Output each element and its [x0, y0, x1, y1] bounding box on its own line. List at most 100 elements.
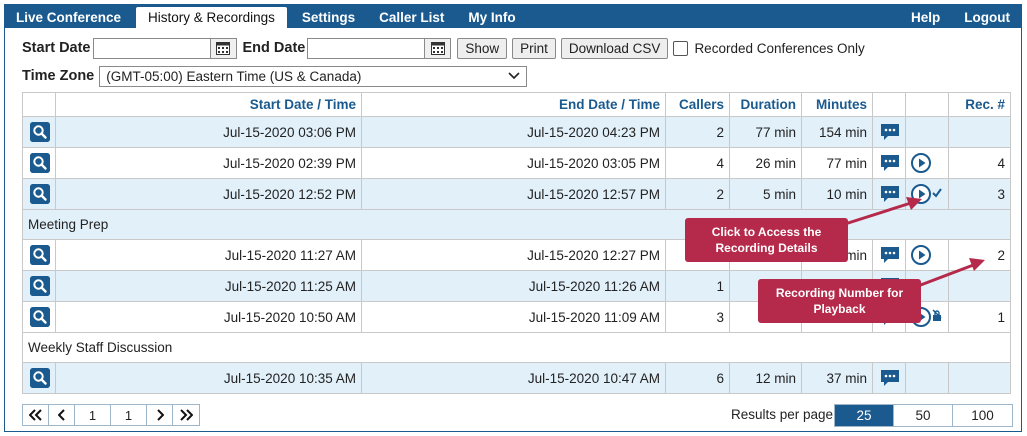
- end-date-cell: Jul-15-2020 12:57 PM: [361, 178, 666, 210]
- callout-recording-details: Click to Access the Recording Details: [685, 218, 848, 262]
- start-date-input[interactable]: [92, 37, 211, 59]
- header-rec-number[interactable]: Rec. #: [948, 92, 1011, 117]
- callers-cell: 6: [665, 362, 730, 394]
- first-page-button[interactable]: [23, 405, 49, 425]
- callers-cell: 2: [665, 116, 730, 148]
- chat-icon[interactable]: [880, 246, 900, 264]
- table-row: Jul-15-2020 10:35 AM Jul-15-2020 10:47 AM…: [22, 362, 1011, 394]
- rpp-option-25[interactable]: 25: [835, 405, 894, 426]
- start-date-cell: Jul-15-2020 03:06 PM: [55, 116, 362, 148]
- chat-icon[interactable]: [880, 369, 900, 387]
- end-date-cell: Jul-15-2020 03:05 PM: [361, 147, 666, 179]
- tab-settings[interactable]: Settings: [290, 6, 367, 28]
- search-details-icon[interactable]: [30, 276, 50, 296]
- start-date-cell: Jul-15-2020 12:52 PM: [55, 178, 362, 210]
- last-page-button[interactable]: [173, 405, 199, 425]
- results-per-page-selector: 25 50 100: [834, 404, 1013, 427]
- callers-cell: 1: [665, 270, 730, 302]
- header-minutes[interactable]: Minutes: [801, 92, 873, 117]
- show-button[interactable]: Show: [457, 37, 508, 59]
- print-button[interactable]: Print: [512, 37, 556, 59]
- duration-cell: 5 min: [729, 178, 802, 210]
- tab-live-conference[interactable]: Live Conference: [4, 6, 133, 28]
- search-details-icon[interactable]: [30, 184, 50, 204]
- rec-number-cell: [948, 362, 1011, 394]
- check-icon: [932, 186, 942, 201]
- rpp-option-50[interactable]: 50: [894, 405, 953, 426]
- download-csv-button[interactable]: Download CSV: [560, 37, 669, 59]
- search-details-icon[interactable]: [30, 245, 50, 265]
- rec-number-cell: 4: [948, 147, 1011, 179]
- recorded-only-checkbox[interactable]: [673, 40, 689, 56]
- double-chevron-left-icon: [28, 409, 42, 421]
- minutes-cell: 10 min: [801, 178, 873, 210]
- logout-link[interactable]: Logout: [952, 6, 1022, 28]
- next-page-button[interactable]: [147, 405, 173, 425]
- tab-caller-list[interactable]: Caller List: [367, 6, 456, 28]
- details-cell: [22, 178, 56, 210]
- play-recording-icon[interactable]: [910, 244, 932, 266]
- details-cell: [22, 239, 56, 271]
- table-row: Jul-15-2020 02:39 PM Jul-15-2020 03:05 PM…: [22, 147, 1011, 179]
- start-date-cell: Jul-15-2020 11:27 AM: [55, 239, 362, 271]
- header-end-date[interactable]: End Date / Time: [361, 92, 666, 117]
- table-body: Jul-15-2020 03:06 PM Jul-15-2020 04:23 PM…: [22, 116, 1011, 394]
- start-date-cell: Jul-15-2020 11:25 AM: [55, 270, 362, 302]
- playback-cell: [905, 116, 949, 148]
- tab-my-info[interactable]: My Info: [456, 6, 527, 28]
- end-date-cell: Jul-15-2020 11:26 AM: [361, 270, 666, 302]
- header-start-date[interactable]: Start Date / Time: [55, 92, 362, 117]
- header-chat: [872, 92, 906, 117]
- end-date-calendar-icon[interactable]: [425, 37, 452, 59]
- callout-recording-number: Recording Number for Playback: [758, 279, 921, 323]
- minutes-cell: 154 min: [801, 116, 873, 148]
- playback-cell: [905, 147, 949, 179]
- end-date-cell: Jul-15-2020 12:27 PM: [361, 239, 666, 271]
- chat-cell: [872, 239, 906, 271]
- play-recording-icon[interactable]: [910, 152, 932, 174]
- duration-cell: 77 min: [729, 116, 802, 148]
- details-cell: [22, 301, 56, 333]
- start-date-label: Start Date: [22, 40, 91, 56]
- search-details-icon[interactable]: [30, 153, 50, 173]
- chat-cell: [872, 116, 906, 148]
- pagination: 1 1: [22, 404, 200, 426]
- rec-number-cell: [948, 270, 1011, 302]
- search-details-icon[interactable]: [30, 368, 50, 388]
- chat-cell: [872, 362, 906, 394]
- conference-title: Weekly Staff Discussion: [22, 332, 1011, 363]
- details-cell: [22, 116, 56, 148]
- rec-number-cell: [948, 116, 1011, 148]
- page-input[interactable]: 1: [75, 405, 111, 425]
- start-date-calendar-icon[interactable]: [210, 37, 237, 59]
- help-link[interactable]: Help: [899, 6, 952, 28]
- header-callers[interactable]: Callers: [665, 92, 730, 117]
- chat-icon[interactable]: [880, 123, 900, 141]
- playback-cell: [905, 178, 949, 210]
- timezone-row: Time Zone (GMT-05:00) Eastern Time (US &…: [22, 65, 528, 87]
- search-details-icon[interactable]: [30, 122, 50, 142]
- chat-icon[interactable]: [880, 185, 900, 203]
- header-duration[interactable]: Duration: [729, 92, 802, 117]
- search-details-icon[interactable]: [30, 307, 50, 327]
- tab-history-recordings[interactable]: History & Recordings: [136, 7, 287, 28]
- rpp-option-100[interactable]: 100: [953, 405, 1012, 426]
- prev-page-button[interactable]: [49, 405, 75, 425]
- end-date-label: End Date: [242, 40, 306, 56]
- callers-cell: 4: [665, 147, 730, 179]
- header-playback: [905, 92, 949, 117]
- minutes-cell: 37 min: [801, 362, 873, 394]
- recorded-only-label: Recorded Conferences Only: [694, 40, 865, 56]
- total-pages: 1: [111, 405, 147, 425]
- conference-title: Meeting Prep: [22, 209, 1011, 240]
- header-blank: [22, 92, 56, 117]
- results-per-page-label: Results per page: [731, 407, 834, 422]
- end-date-cell: Jul-15-2020 04:23 PM: [361, 116, 666, 148]
- play-recording-icon[interactable]: [910, 183, 932, 205]
- chat-cell: [872, 178, 906, 210]
- timezone-select[interactable]: (GMT-05:00) Eastern Time (US & Canada): [99, 65, 528, 87]
- conference-history-table: Start Date / Time End Date / Time Caller…: [22, 92, 1011, 394]
- rec-number-cell: 2: [948, 239, 1011, 271]
- end-date-input[interactable]: [307, 37, 426, 59]
- chat-icon[interactable]: [880, 154, 900, 172]
